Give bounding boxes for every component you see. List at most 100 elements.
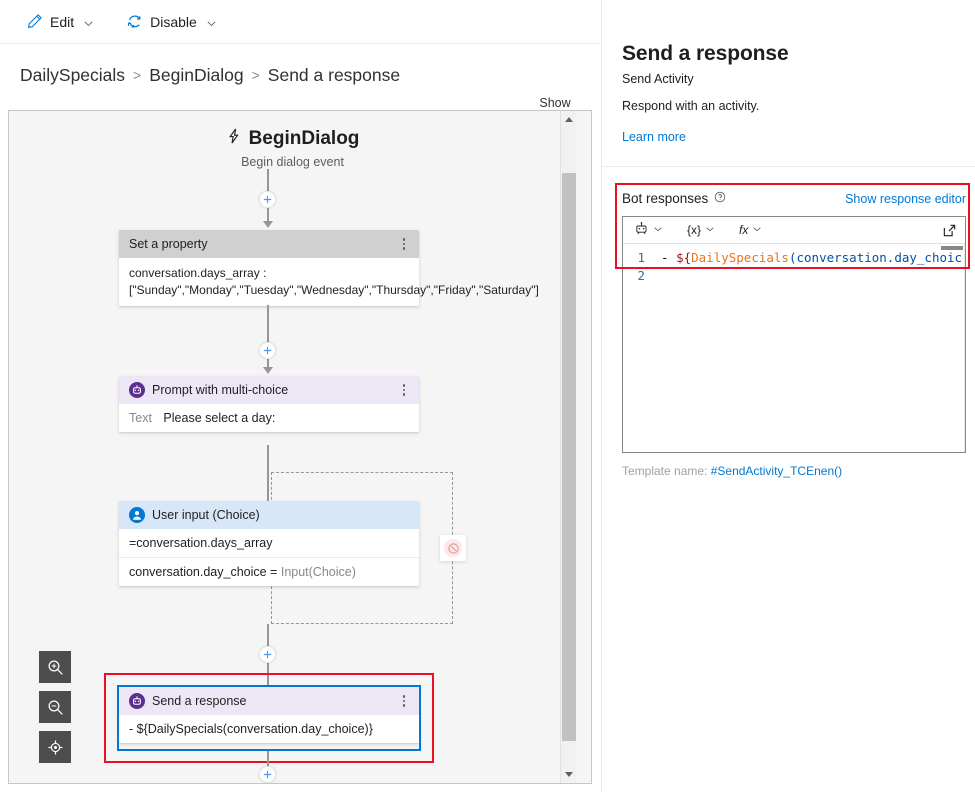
breadcrumb-item-1[interactable]: BeginDialog (149, 65, 243, 86)
zoom-controls (39, 651, 71, 763)
popout-icon[interactable] (942, 223, 957, 238)
lg-editor[interactable]: {x} fx 1 - ${DailySpecials(conversation.… (622, 216, 966, 453)
node-header: User input (Choice) (119, 501, 419, 529)
bot-responses-label: Bot responses (622, 191, 709, 206)
node-send-a-response[interactable]: Send a response - ${DailySpecials(conver… (119, 687, 419, 743)
more-vertical-icon[interactable] (397, 381, 411, 399)
output-property-name: conversation.day_choice = (129, 565, 281, 579)
node-row-text: Text Please select a day: (119, 404, 419, 432)
chevron-down-icon (83, 16, 94, 27)
node-title: User input (Choice) (152, 508, 260, 522)
node-row-value: Please select a day: (163, 411, 276, 425)
code-token-expression-start: ${ (676, 250, 692, 265)
lg-editor-toolbar: {x} fx (623, 217, 965, 244)
more-vertical-icon[interactable] (397, 235, 411, 253)
chevron-down-icon (206, 16, 217, 27)
panel-description: Respond with an activity. (622, 99, 760, 113)
add-node-button[interactable] (259, 646, 276, 663)
template-name-row: Template name: #SendActivity_TCEnen() (622, 464, 966, 478)
edit-button[interactable]: Edit (18, 6, 102, 38)
zoom-in-button[interactable] (39, 651, 71, 683)
disable-button[interactable]: Disable (118, 6, 225, 38)
code-token-dash: - (661, 250, 677, 265)
node-title: Set a property (129, 237, 208, 251)
learn-more-link[interactable]: Learn more (622, 130, 686, 144)
bot-responses-header: Bot responses Show response editor (622, 191, 966, 206)
question-circle-icon[interactable] (714, 191, 726, 206)
breadcrumb-item-0[interactable]: DailySpecials (20, 65, 125, 86)
canvas-inner: BeginDialog Begin dialog event Set a pro… (9, 111, 576, 783)
node-body: conversation.days_array : ["Sunday","Mon… (129, 266, 539, 297)
refresh-x-icon (126, 13, 143, 30)
node-header: Send a response (119, 687, 419, 715)
property-dropdown-label: {x} (687, 223, 702, 237)
node-header: Prompt with multi-choice (119, 376, 419, 404)
chevron-down-icon (705, 223, 715, 237)
node-set-a-property[interactable]: Set a property conversation.days_array :… (119, 230, 539, 306)
lightning-bolt-icon (226, 127, 242, 151)
error-badge[interactable] (440, 535, 466, 561)
show-code-label-line1: Show (539, 96, 571, 110)
arrow-head (263, 367, 273, 374)
code-token-function: DailySpecials (691, 250, 789, 265)
node-row-output-property: conversation.day_choice = Input(Choice) (119, 557, 419, 586)
add-node-button[interactable] (259, 191, 276, 208)
breadcrumb-bar: DailySpecials > BeginDialog > Send a res… (0, 44, 600, 125)
breadcrumb-item-2[interactable]: Send a response (268, 65, 400, 86)
function-dropdown[interactable]: fx (736, 220, 765, 241)
response-type-dropdown[interactable] (631, 220, 666, 241)
panel-subtitle: Send Activity (622, 72, 694, 86)
line-number: 1 (637, 250, 645, 265)
trigger-subtitle: Begin dialog event (241, 155, 344, 169)
add-node-button[interactable] (259, 342, 276, 359)
node-body: - ${DailySpecials(conversation.day_choic… (129, 722, 373, 736)
user-icon (129, 507, 145, 523)
dialog-canvas[interactable]: BeginDialog Begin dialog event Set a pro… (8, 110, 592, 784)
code-token-variable: conversation.day_choic (796, 250, 963, 265)
template-name-label: Template name: (622, 464, 711, 478)
template-name-value[interactable]: #SendActivity_TCEnen() (711, 464, 842, 478)
show-response-editor-link[interactable]: Show response editor (845, 192, 966, 206)
scroll-up-button[interactable] (561, 111, 577, 128)
property-dropdown[interactable]: {x} (684, 220, 718, 241)
more-vertical-icon[interactable] (397, 692, 411, 710)
node-title: Prompt with multi-choice (152, 383, 289, 397)
bot-icon (129, 693, 145, 709)
breadcrumb-separator: > (133, 67, 142, 83)
node-row-prompt-property: =conversation.days_array (129, 536, 273, 550)
caret-up-icon (565, 117, 573, 122)
breadcrumb-separator: > (251, 67, 260, 83)
code-token-paren: ( (788, 250, 797, 265)
panel-title: Send a response (622, 42, 789, 65)
node-row-label: Text (129, 411, 152, 425)
scroll-down-button[interactable] (561, 766, 577, 783)
breadcrumb: DailySpecials > BeginDialog > Send a res… (0, 65, 400, 86)
node-header: Set a property (119, 230, 419, 258)
lg-code-area[interactable]: 1 - ${DailySpecials(conversation.day_cho… (623, 244, 965, 452)
bot-responses-section: Bot responses Show response editor {x} f… (622, 191, 966, 478)
bot-icon (129, 382, 145, 398)
canvas-scrollbar[interactable] (560, 111, 576, 783)
scrollbar-thumb[interactable] (562, 173, 576, 741)
node-prompt-with-multi-choice[interactable]: Prompt with multi-choice Text Please sel… (119, 376, 419, 432)
line-number: 2 (637, 268, 645, 283)
zoom-out-button[interactable] (39, 691, 71, 723)
fit-to-screen-button[interactable] (39, 731, 71, 763)
trigger-header: BeginDialog Begin dialog event (9, 127, 576, 169)
panel-divider (601, 166, 975, 167)
panel-header: Send a response Send Activity Respond wi… (602, 0, 975, 146)
node-user-input-choice[interactable]: User input (Choice) =conversation.days_a… (119, 501, 419, 586)
function-dropdown-label: fx (739, 223, 749, 237)
code-line: 1 - ${DailySpecials(conversation.day_cho… (623, 249, 965, 267)
add-node-button[interactable] (259, 766, 276, 783)
pencil-icon (26, 13, 43, 30)
bot-icon (634, 221, 649, 239)
code-scrollbar-track (964, 244, 965, 452)
output-property-type: Input(Choice) (280, 565, 356, 579)
code-scrollbar-thumb[interactable] (941, 246, 963, 250)
chevron-down-icon (752, 223, 762, 237)
command-bar: Edit Disable (0, 0, 600, 44)
code-line-text: - ${DailySpecials(conversation.day_choic (649, 249, 962, 267)
arrow-head (263, 221, 273, 228)
